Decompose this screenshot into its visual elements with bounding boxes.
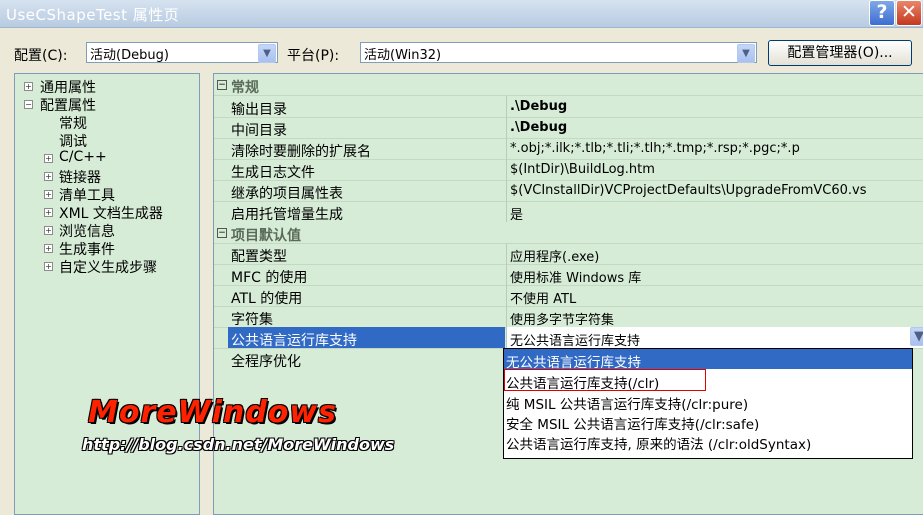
property-row[interactable]: 继承的项目属性表 $(VCInstallDir)VCProjectDefault… [214,180,923,202]
property-name: 字符集 [231,312,273,328]
help-button[interactable]: ? [869,0,895,26]
expand-icon[interactable]: + [44,262,53,271]
platform-value: 活动(Win32) [364,48,442,63]
property-value: 是 [510,208,524,223]
chevron-down-icon[interactable]: ▼ [258,44,276,63]
tree-item-label: 配置属性 [40,98,96,114]
property-name: 全程序优化 [231,354,301,370]
property-value: .\Debug [510,99,568,114]
property-row[interactable]: 中间目录 .\Debug [214,117,923,139]
collapse-icon[interactable]: − [24,100,33,109]
tree-item-label: 常规 [59,116,87,132]
property-value: $(IntDir)\BuildLog.htm [510,162,655,177]
property-row[interactable]: MFC 的使用 使用标准 Windows 库 [214,264,923,286]
property-value: 不使用 ATL [510,292,577,307]
property-value: *.obj;*.ilk;*.tlb;*.tli;*.tlh;*.tmp;*.rs… [510,141,800,156]
property-row[interactable]: ATL 的使用 不使用 ATL [214,285,923,307]
property-row[interactable]: 字符集 使用多字节字符集 [214,306,923,328]
watermark-title: MoreWindows [88,395,337,430]
collapse-icon[interactable]: − [217,228,227,238]
tree-item-label: 通用属性 [40,80,96,96]
expand-icon[interactable]: + [44,190,53,199]
category-general[interactable]: − 常规 [214,74,923,96]
chevron-down-icon[interactable]: ▼ [737,44,755,63]
config-select[interactable]: 活动(Debug) ▼ [86,42,278,63]
config-value: 活动(Debug) [90,48,169,63]
property-row[interactable]: 生成日志文件 $(IntDir)\BuildLog.htm [214,159,923,181]
property-name: ATL 的使用 [231,291,303,307]
property-value: .\Debug [510,120,568,135]
property-row[interactable]: 清除时要删除的扩展名 *.obj;*.ilk;*.tlb;*.tli;*.tlh… [214,138,923,160]
expand-icon[interactable]: + [44,244,53,253]
watermark-url: http://blog.csdn.net/MoreWindows [82,435,395,454]
tree-item-label: 浏览信息 [59,224,115,240]
property-row[interactable]: 配置类型 应用程序(.exe) [214,243,923,265]
expand-icon[interactable]: + [44,208,53,217]
dropdown-option[interactable]: 无公共语言运行库支持 [504,349,912,371]
property-name: 清除时要删除的扩展名 [231,144,371,160]
config-manager-button[interactable]: 配置管理器(O)... [768,40,912,66]
property-name: 生成日志文件 [231,165,315,181]
collapse-icon[interactable]: − [217,80,227,90]
tree-item-general[interactable]: 常规 [59,113,87,133]
property-name: 配置类型 [231,249,287,265]
property-name: 启用托管增量生成 [231,207,343,223]
tree-item-label: C/C++ [59,149,107,165]
tree-item-label: 生成事件 [59,242,115,258]
property-name: MFC 的使用 [231,270,308,286]
tree-item-label: 链接器 [59,170,101,186]
property-row-selected[interactable]: 公共语言运行库支持 无公共语言运行库支持 ▼ [214,327,923,349]
property-row[interactable]: 启用托管增量生成 是 [214,201,923,223]
dropdown-option[interactable]: 安全 MSIL 公共语言运行库支持(/clr:safe) [504,411,912,433]
tree-item-debugging[interactable]: 调试 [59,131,87,151]
clr-support-dropdown-list[interactable]: 无公共语言运行库支持 公共语言运行库支持(/clr) 纯 MSIL 公共语言运行… [503,348,913,459]
config-label: 配置(C): [14,48,68,64]
dropdown-option[interactable]: 纯 MSIL 公共语言运行库支持(/clr:pure) [504,391,912,413]
highlight-box [504,369,706,391]
tree-item-label: XML 文档生成器 [59,206,163,222]
expand-icon[interactable]: + [44,172,53,181]
expand-icon[interactable]: + [24,82,33,91]
tree-item-label: 调试 [59,134,87,150]
property-value: 应用程序(.exe) [510,250,600,265]
property-value: 无公共语言运行库支持 [510,334,641,349]
title-bar: UseCShapeTest 属性页 ? ✕ [0,0,923,28]
property-name: 继承的项目属性表 [231,186,343,202]
expand-icon[interactable]: + [44,226,53,235]
property-name: 中间目录 [231,123,287,139]
window-title: UseCShapeTest 属性页 [6,6,180,24]
property-value: $(VCInstallDir)VCProjectDefaults\Upgrade… [510,183,867,198]
dropdown-option[interactable]: 公共语言运行库支持, 原来的语法 (/clr:oldSyntax) [504,431,912,453]
category-label: 常规 [231,80,259,96]
category-label: 项目默认值 [231,228,301,244]
property-name: 输出目录 [231,102,287,118]
close-button[interactable]: ✕ [896,0,922,26]
tree-item-label: 清单工具 [59,188,115,204]
property-name: 公共语言运行库支持 [231,333,357,349]
platform-label: 平台(P): [287,48,340,64]
chevron-down-icon[interactable]: ▼ [910,327,923,346]
platform-select[interactable]: 活动(Win32) ▼ [360,42,757,63]
expand-icon[interactable]: + [44,154,53,163]
property-value: 使用多字节字符集 [510,313,615,328]
property-value: 使用标准 Windows 库 [510,271,642,286]
tree-item-label: 自定义生成步骤 [59,260,157,276]
category-project-defaults[interactable]: − 项目默认值 [214,222,923,244]
property-row[interactable]: 输出目录 .\Debug [214,96,923,118]
